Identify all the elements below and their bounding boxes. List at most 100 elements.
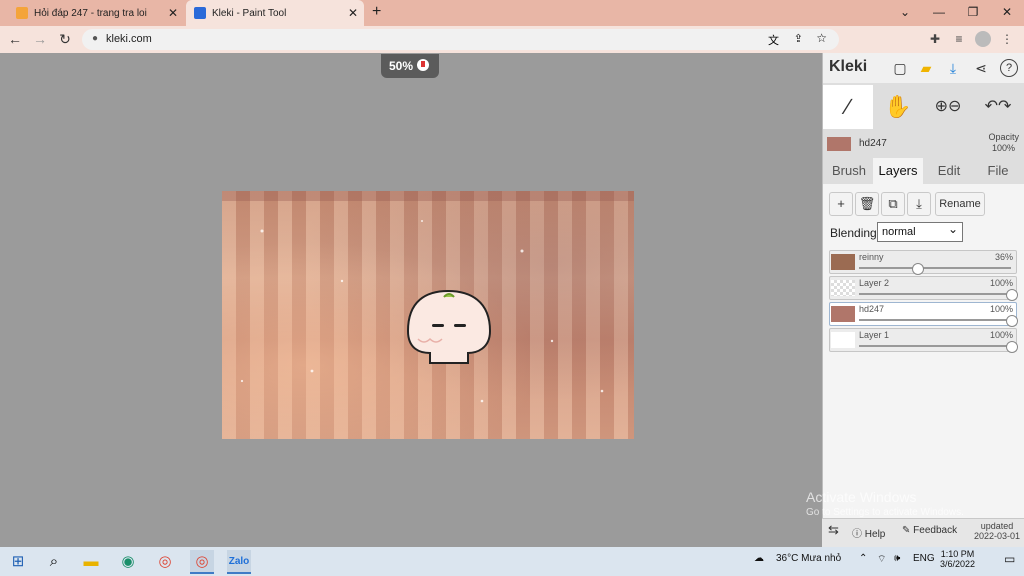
close-window-button[interactable]: ✕ <box>990 0 1024 26</box>
layer-opacity: 100% <box>989 304 1013 314</box>
help-link[interactable]: ⓘ Help <box>852 525 885 540</box>
new-file-icon[interactable]: ▢ <box>891 59 909 77</box>
file-explorer-icon[interactable]: ▬ <box>79 550 103 574</box>
blending-select[interactable]: normal <box>877 220 963 242</box>
maximize-button[interactable]: ❐ <box>956 0 990 26</box>
feedback-link[interactable]: ✎ Feedback <box>902 525 957 536</box>
help-circle-icon: ⓘ <box>852 529 862 540</box>
profile-icon[interactable] <box>975 31 991 47</box>
opacity-slider[interactable] <box>859 345 1011 347</box>
clock-time: 1:10 PM <box>940 549 975 559</box>
opacity-slider[interactable] <box>859 293 1011 295</box>
layer-thumb <box>831 332 855 348</box>
close-tab-icon[interactable]: ✕ <box>166 6 180 20</box>
opacity-slider-handle[interactable] <box>1006 341 1018 353</box>
show-hidden-icons[interactable]: ⌃ <box>859 553 867 564</box>
opacity-slider[interactable] <box>859 319 1011 321</box>
tab-search-button[interactable]: ⌄ <box>888 0 922 26</box>
layer-item[interactable]: Layer 2 100% <box>829 276 1018 301</box>
zoom-tool-button[interactable]: ⊕⊖ <box>923 85 973 129</box>
layer-name: Layer 2 <box>859 278 890 288</box>
layer-opacity: 100% <box>989 278 1013 288</box>
share-icon[interactable]: ⋖ <box>972 59 990 77</box>
back-button[interactable]: ← <box>6 30 24 48</box>
network-icon[interactable]: ⌔ <box>877 553 886 566</box>
undo-redo-button[interactable]: ↶↷ <box>973 85 1023 129</box>
duplicate-layer-button[interactable]: ⧉ <box>881 192 905 216</box>
tab-title: Hỏi đáp 247 - trang tra loi <box>34 7 147 19</box>
url-text: kleki.com <box>106 33 152 45</box>
chrome-profile-icon[interactable]: ◎ <box>190 550 214 574</box>
translate-icon[interactable]: 文 <box>768 32 779 48</box>
tool-row: ∕ ✋ ⊕⊖ ↶↷ <box>823 85 1024 129</box>
layer-name: Layer 1 <box>859 330 890 340</box>
delete-layer-button[interactable]: 🗑 <box>855 192 879 216</box>
extensions-icon[interactable]: ✚ <box>927 31 943 47</box>
opacity-slider-handle[interactable] <box>1006 315 1018 327</box>
merge-layer-button[interactable]: ⤓ <box>907 192 931 216</box>
notifications-icon[interactable]: ▭ <box>1004 552 1015 566</box>
swap-sides-icon[interactable]: ⇆ <box>828 522 839 538</box>
layer-item[interactable]: reinny 36% <box>829 250 1017 275</box>
language-indicator[interactable]: ENG <box>913 553 935 564</box>
tab-layers[interactable]: Layers <box>873 158 923 184</box>
hand-tool-button[interactable]: ✋ <box>873 85 923 129</box>
help-icon[interactable]: ? <box>1000 59 1018 77</box>
updated-info: updated 2022-03-01 <box>974 521 1020 541</box>
brush-tool-button[interactable]: ∕ <box>823 85 873 129</box>
tab-brush[interactable]: Brush <box>827 158 871 184</box>
layer-opacity: 100% <box>989 330 1013 340</box>
opacity-slider-handle[interactable] <box>1006 289 1018 301</box>
canvas-art <box>240 220 604 403</box>
add-layer-button[interactable]: + <box>829 192 853 216</box>
rename-button[interactable]: Rename <box>935 192 985 216</box>
layer-thumb <box>831 254 855 270</box>
undo-redo-icon: ↶↷ <box>984 98 1012 115</box>
layer-name: hd247 <box>859 304 885 314</box>
layer-name: reinny <box>859 252 884 262</box>
opacity-slider-handle[interactable] <box>911 263 924 275</box>
tab-kleki[interactable]: Kleki - Paint Tool ✕ <box>186 0 364 26</box>
watermark-title: Activate Windows <box>806 489 917 505</box>
tab-edit[interactable]: Edit <box>927 158 971 184</box>
menu-icon[interactable]: ⋮ <box>999 31 1015 47</box>
chrome-icon[interactable]: ◎ <box>153 550 177 574</box>
kleki-header: Kleki ▢ ▰ ⤓ ⋖ ? <box>823 53 1024 83</box>
opacity-label: Opacity <box>988 132 1019 142</box>
tab-file[interactable]: File <box>975 158 1021 184</box>
lock-icon: ● <box>92 33 99 44</box>
kleki-footer: ⇆ ⓘ Help ✎ Feedback updated 2022-03-01 <box>822 518 1024 547</box>
new-tab-button[interactable]: + <box>372 3 381 21</box>
start-button[interactable]: ⊞ <box>6 550 30 574</box>
forward-button[interactable]: → <box>31 30 49 48</box>
drawing-canvas[interactable] <box>222 191 634 439</box>
download-icon[interactable]: ⤓ <box>944 59 962 77</box>
reload-button[interactable]: ↻ <box>56 30 74 48</box>
weather-text[interactable]: 36°C Mưa nhỏ <box>776 553 841 564</box>
zoom-indicator[interactable]: 50% <box>381 54 439 78</box>
address-toolbar: ← → ↻ ● kleki.com 文 ⇪ ☆ ✚ ≡ ⋮ <box>0 26 1024 53</box>
volume-icon[interactable]: 🕪 <box>894 553 900 564</box>
weather-icon[interactable]: ☁ <box>754 553 764 564</box>
edge-icon[interactable]: ◉ <box>116 550 140 574</box>
zalo-icon[interactable]: Zalo <box>227 550 251 574</box>
reading-list-icon[interactable]: ≡ <box>951 31 967 47</box>
hand-icon: ✋ <box>884 94 912 119</box>
blending-label: Blending <box>830 226 877 240</box>
share-icon[interactable]: ⇪ <box>794 32 803 45</box>
windows-taskbar: ⊞ ⌕ ▬ ◉ ◎ ◎ Zalo ☁ 36°C Mưa nhỏ ⌃ ⌔ 🕪 EN… <box>0 547 1024 576</box>
clock[interactable]: 1:10 PM 3/6/2022 <box>940 549 975 569</box>
help-label: Help <box>864 529 886 540</box>
close-tab-icon[interactable]: ✕ <box>346 6 360 20</box>
address-bar[interactable]: ● kleki.com 文 ⇪ ☆ <box>82 29 839 50</box>
minimize-button[interactable]: — <box>922 0 956 26</box>
open-folder-icon[interactable]: ▰ <box>917 59 935 77</box>
layer-item[interactable]: Layer 1 100% <box>829 328 1018 353</box>
layer-item[interactable]: hd247 100% <box>829 302 1018 327</box>
tab-hoidap247[interactable]: Hỏi đáp 247 - trang tra loi ✕ <box>8 0 184 26</box>
panel-tabs: Brush Layers Edit File <box>823 158 1024 184</box>
star-icon[interactable]: ☆ <box>816 31 827 45</box>
opacity-slider[interactable] <box>859 267 1011 269</box>
opacity-value: 100% <box>991 143 1015 153</box>
search-icon[interactable]: ⌕ <box>42 550 66 574</box>
